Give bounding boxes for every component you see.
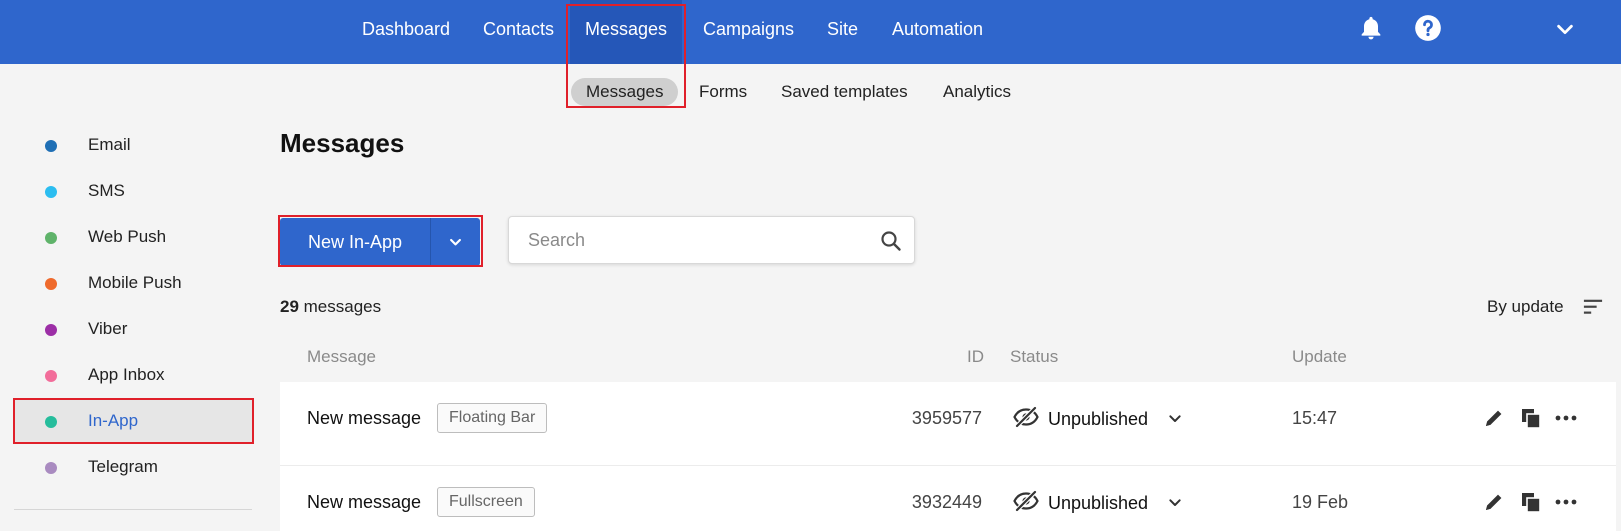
in-app-dot-icon [45,416,57,428]
sidebar-item-label: Viber [88,319,128,338]
status-dropdown[interactable]: Unpublished [1048,409,1148,430]
new-in-app-dropdown-button[interactable] [431,218,480,266]
message-type-badge: Fullscreen [437,487,535,517]
more-icon[interactable] [1554,490,1578,514]
sidebar-item-email[interactable]: Email [14,123,252,167]
status-dropdown[interactable]: Unpublished [1048,493,1148,514]
message-name[interactable]: New message [307,492,421,513]
sidebar-item-label: Mobile Push [88,273,182,292]
chevron-down-icon[interactable] [1167,413,1183,425]
edit-icon[interactable] [1482,490,1506,514]
table-row[interactable]: New message Floating Bar 3959577 Unpubli… [280,382,1616,466]
edit-icon[interactable] [1482,406,1506,430]
column-header-status: Status [1010,347,1059,366]
app-inbox-dot-icon [45,370,57,382]
subnav-messages[interactable]: Messages [571,78,679,106]
nav-campaigns[interactable]: Campaigns [703,0,794,64]
nav-contacts[interactable]: Contacts [483,0,554,64]
table-row[interactable]: New message Fullscreen 3932449 Unpublish… [280,466,1616,531]
new-in-app-button[interactable]: New In-App [280,218,430,266]
nav-dashboard[interactable]: Dashboard [362,0,450,64]
account-chevron-down-icon[interactable] [1554,18,1576,40]
sidebar-item-app-inbox[interactable]: App Inbox [14,353,252,397]
column-header-message: Message [307,347,376,366]
sidebar-item-label: App Inbox [88,365,165,384]
message-id: 3932449 [911,492,982,512]
search-input[interactable] [510,218,870,262]
sort-icon[interactable] [1582,297,1604,317]
sidebar-item-label: Telegram [88,457,158,476]
new-in-app-split-button: New In-App [280,218,480,266]
nav-automation[interactable]: Automation [892,0,983,64]
viber-dot-icon [45,324,57,336]
top-nav-bar: Dashboard Contacts Messages Campaigns Si… [0,0,1621,64]
chevron-down-icon [450,238,461,246]
subnav-forms[interactable]: Forms [699,78,747,106]
message-count-number: 29 [280,297,299,316]
search-box [508,216,915,264]
nav-site[interactable]: Site [827,0,858,64]
update-time: 15:47 [1292,408,1338,428]
web-push-dot-icon [45,232,57,244]
eye-off-icon [1013,490,1039,512]
message-id: 3959577 [911,408,982,428]
help-icon[interactable] [1414,14,1442,42]
chevron-down-icon[interactable] [1167,497,1183,509]
copy-icon[interactable] [1519,406,1543,430]
sidebar-item-label: In-App [88,411,139,430]
sidebar-item-label: Web Push [88,227,167,246]
sidebar-item-label: SMS [88,181,125,200]
sidebar-item-telegram[interactable]: Telegram [14,445,252,489]
message-count: 29 messages [280,297,381,317]
email-dot-icon [45,140,57,152]
update-time: 19 Feb [1292,492,1349,512]
sidebar-item-in-app[interactable]: In-App [14,399,252,443]
column-header-update: Update [1292,347,1347,366]
message-count-suffix: messages [298,297,382,316]
sidebar-item-viber[interactable]: Viber [14,307,252,351]
subnav-saved-templates[interactable]: Saved templates [781,78,908,106]
message-type-badge: Floating Bar [437,403,548,433]
page-title: Messages [280,128,405,158]
sidebar-divider [14,509,252,510]
sort-label[interactable]: By update [1487,297,1564,317]
sidebar-item-mobile-push[interactable]: Mobile Push [14,261,252,305]
mobile-push-dot-icon [45,278,57,290]
nav-messages[interactable]: Messages [570,0,682,64]
column-header-id: ID [967,347,984,366]
sidebar-item-web-push[interactable]: Web Push [14,215,252,259]
sms-dot-icon [45,186,57,198]
eye-off-icon [1013,406,1039,428]
subnav-analytics[interactable]: Analytics [943,78,1011,106]
sidebar-item-label: Email [88,135,131,154]
copy-icon[interactable] [1519,490,1543,514]
search-icon[interactable] [879,229,903,253]
bell-icon[interactable] [1357,14,1385,42]
message-name[interactable]: New message [307,408,421,429]
sidebar-item-sms[interactable]: SMS [14,169,252,213]
telegram-dot-icon [45,462,57,474]
more-icon[interactable] [1554,406,1578,430]
